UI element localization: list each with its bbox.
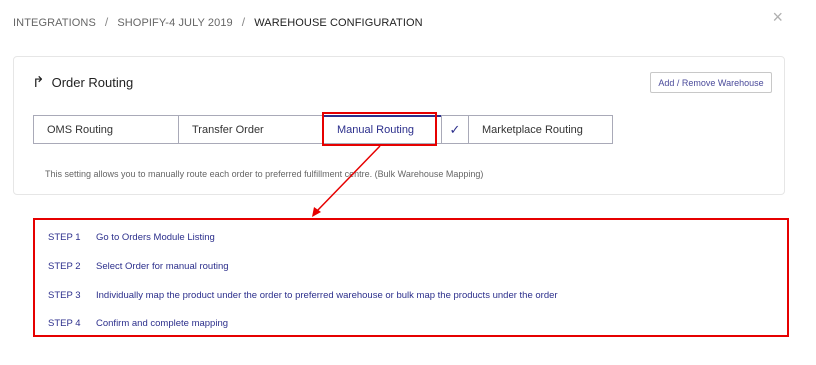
step-number: STEP 2 [48, 261, 81, 272]
step-number: STEP 4 [48, 318, 81, 329]
tab-transfer-order[interactable]: Transfer Order [178, 115, 323, 144]
step-item: STEP 1 Go to Orders Module Listing [48, 232, 215, 243]
breadcrumb-integrations[interactable]: INTEGRATIONS [13, 17, 96, 29]
add-remove-warehouse-button[interactable]: Add / Remove Warehouse [650, 72, 772, 93]
breadcrumb-separator: / [241, 15, 246, 29]
step-text: Individually map the product under the o… [96, 290, 558, 301]
routing-description: This setting allows you to manually rout… [45, 169, 484, 179]
tab-marketplace-routing[interactable]: Marketplace Routing [468, 115, 613, 144]
step-text: Select Order for manual routing [96, 261, 229, 272]
step-text: Confirm and complete mapping [96, 318, 229, 329]
breadcrumb-shopify[interactable]: SHOPIFY-4 JULY 2019 [117, 17, 232, 29]
step-item: STEP 4 Confirm and complete mapping [48, 318, 228, 329]
step-text: Go to Orders Module Listing [96, 232, 215, 243]
steps-box: STEP 1 Go to Orders Module Listing STEP 2… [33, 218, 789, 337]
step-item: STEP 2 Select Order for manual routing [48, 261, 229, 272]
routing-arrow-icon: ↱ [32, 74, 45, 91]
step-item: STEP 3 Individually map the product under… [48, 290, 558, 301]
tab-oms-routing[interactable]: OMS Routing [33, 115, 178, 144]
breadcrumb: INTEGRATIONS / SHOPIFY-4 JULY 2019 / WAREHOU… [13, 15, 423, 29]
card-title: ↱ Order Routing [32, 75, 133, 90]
check-icon: ✓ [441, 115, 468, 144]
breadcrumb-warehouse-configuration: WAREHOUSE CONFIGURATION [254, 17, 423, 29]
manual-routing-highlight [322, 112, 437, 146]
step-number: STEP 1 [48, 232, 81, 243]
step-number: STEP 3 [48, 290, 81, 301]
card-title-text: Order Routing [51, 75, 134, 90]
close-icon[interactable]: × [772, 8, 783, 26]
breadcrumb-separator: / [104, 15, 109, 29]
